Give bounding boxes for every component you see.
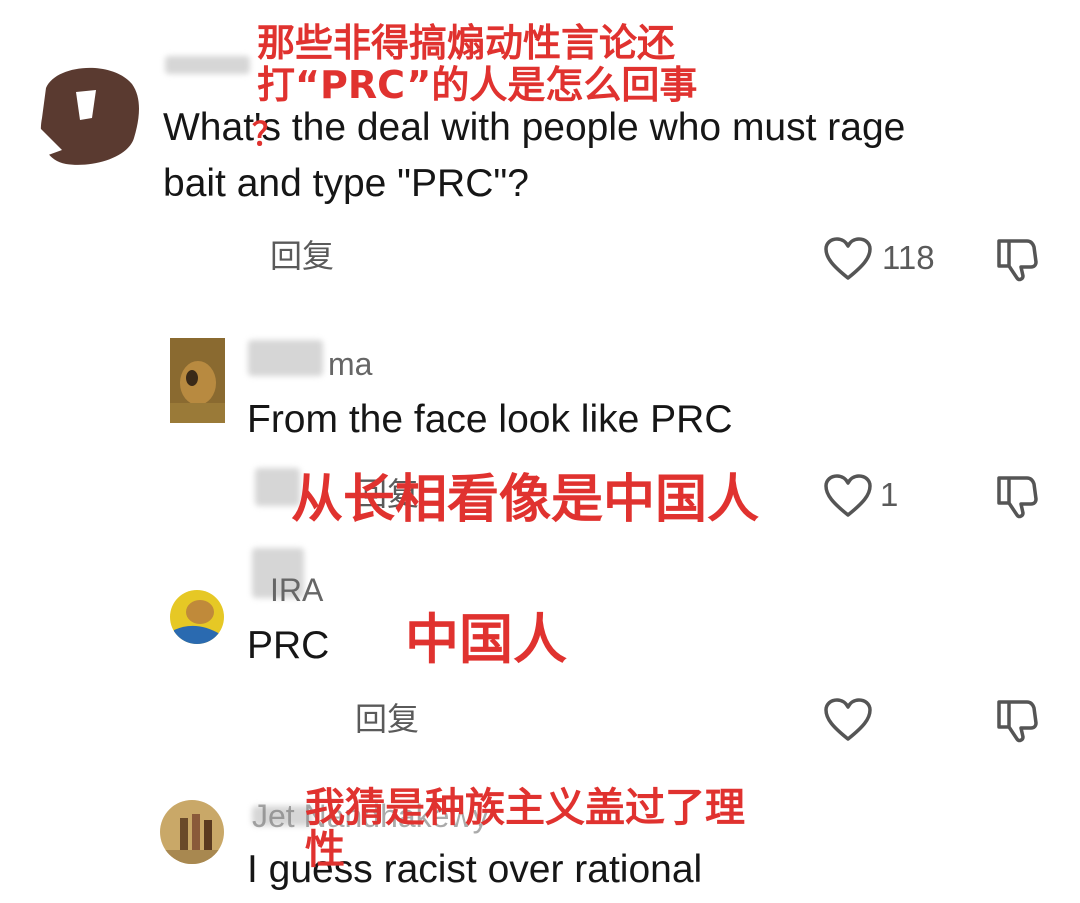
username[interactable]: IRA xyxy=(270,574,323,606)
annotation-comment-1-line-1: 那些非得搞煽动性言论还 xyxy=(257,21,676,65)
avatar[interactable] xyxy=(170,590,224,644)
annotation-comment-4-line-2: 性 xyxy=(305,827,345,873)
comment-text-line-2: bait and type "PRC"? xyxy=(163,162,529,205)
avatar[interactable] xyxy=(170,338,225,423)
thumbs-down-outline-icon[interactable] xyxy=(995,236,1039,282)
annotation-comment-2: 从长相看像是中国人 xyxy=(291,470,760,530)
annotation-comment-1-line-2: 打“PRC”的人是怎么回事 xyxy=(257,63,698,107)
reply-button[interactable]: 回复 xyxy=(355,703,419,735)
heart-outline-icon[interactable] xyxy=(823,473,873,519)
comment-thread: What's the deal with people who must rag… xyxy=(0,0,1080,903)
avatar[interactable] xyxy=(160,800,224,864)
annotation-comment-4-line-1: 我猜是种族主义盖过了理 xyxy=(305,785,745,831)
comment-text: PRC xyxy=(247,624,330,667)
annotation-comment-3: 中国人 xyxy=(405,608,567,671)
thumbs-down-outline-icon[interactable] xyxy=(995,697,1039,743)
like-count: 118 xyxy=(882,239,935,276)
username[interactable]: ma xyxy=(328,348,372,380)
comment-text: From the face look like PRC xyxy=(247,398,733,441)
username-redacted xyxy=(165,56,250,74)
reply-button[interactable]: 回复 xyxy=(270,240,334,272)
heart-outline-icon[interactable] xyxy=(823,236,873,282)
avatar[interactable] xyxy=(32,58,144,170)
thumbs-down-outline-icon[interactable] xyxy=(995,473,1039,519)
annotation-question-mark: ？ xyxy=(252,115,285,153)
username-redacted xyxy=(248,340,323,376)
like-count: 1 xyxy=(880,476,899,513)
heart-outline-icon[interactable] xyxy=(823,697,873,743)
